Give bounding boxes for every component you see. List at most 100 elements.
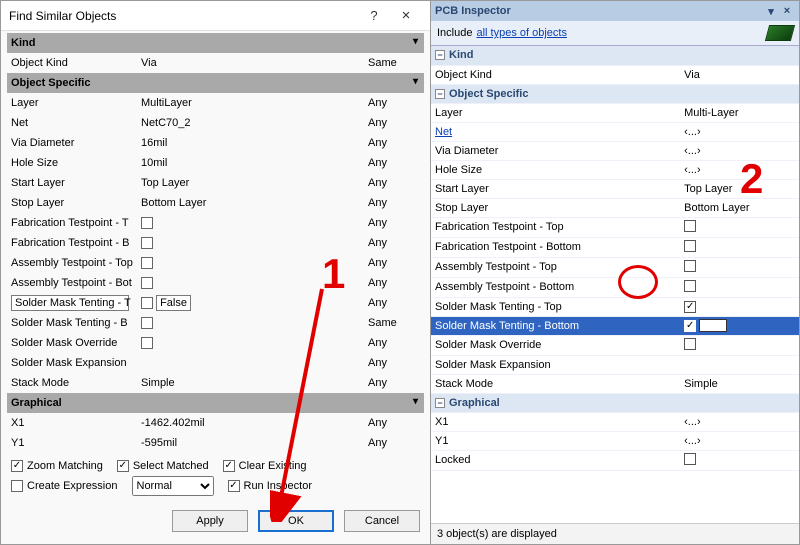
icheckbox-locked[interactable]: [684, 453, 696, 465]
checkbox-create-expression[interactable]: [11, 480, 23, 492]
close-button[interactable]: ×: [390, 4, 422, 28]
ilabel-locked: Locked: [431, 450, 680, 470]
ilabel-fab-t: Fabrication Testpoint - Top: [431, 217, 680, 237]
ivalue-smt-b[interactable]: True: [699, 319, 727, 332]
pcb-inspector-panel: PCB Inspector ▾ × Include all types of o…: [431, 1, 799, 544]
scope-layer[interactable]: Any: [364, 93, 424, 113]
ivalue-hole[interactable]: ‹...›: [680, 160, 799, 179]
scope-start-layer[interactable]: Any: [364, 173, 424, 193]
label-fab-top: Fabrication Testpoint - T: [7, 213, 137, 233]
cancel-button[interactable]: Cancel: [344, 510, 420, 532]
icheckbox-asm-t[interactable]: [684, 260, 696, 272]
icheckbox-smt-b[interactable]: ✓: [684, 320, 696, 332]
ilabel-via-dia: Via Diameter: [431, 141, 680, 160]
icheckbox-fab-t[interactable]: [684, 220, 696, 232]
collapse-icon: −: [435, 398, 445, 408]
checkbox-fab-top[interactable]: [141, 217, 153, 229]
ilabel-smt-t: Solder Mask Tenting - Top: [431, 297, 680, 316]
ivalue-net[interactable]: ‹...›: [680, 122, 799, 141]
label-zoom-matching: Zoom Matching: [27, 460, 103, 472]
label-smt-bot: Solder Mask Tenting - B: [7, 313, 137, 333]
scope-fab-bot[interactable]: Any: [364, 233, 424, 253]
label-stop-layer: Stop Layer: [7, 193, 137, 213]
label-smt-top[interactable]: Solder Mask Tenting - T: [11, 295, 129, 311]
scope-sm-expansion[interactable]: Any: [364, 353, 424, 373]
checkbox-clear-existing[interactable]: ✓: [223, 460, 235, 472]
label-net: Net: [7, 113, 137, 133]
checkbox-run-inspector[interactable]: ✓: [228, 480, 240, 492]
ivalue-start[interactable]: Top Layer: [680, 179, 799, 198]
scope-hole-size[interactable]: Any: [364, 153, 424, 173]
scope-fab-top[interactable]: Any: [364, 213, 424, 233]
dropdown-icon[interactable]: ▾: [763, 5, 779, 18]
value-smt-top[interactable]: False: [156, 295, 191, 311]
include-link[interactable]: all types of objects: [476, 27, 567, 39]
icheckbox-fab-b[interactable]: [684, 240, 696, 252]
scope-smt-top[interactable]: Any: [364, 293, 424, 313]
scope-sm-override[interactable]: Any: [364, 333, 424, 353]
checkbox-sm-override[interactable]: [141, 337, 153, 349]
ivalue-y1[interactable]: ‹...›: [680, 431, 799, 450]
ivalue-object-kind[interactable]: Via: [680, 65, 799, 84]
value-start-layer[interactable]: Top Layer: [137, 173, 364, 193]
ivalue-sm-ex[interactable]: [680, 355, 799, 374]
checkbox-fab-bot[interactable]: [141, 237, 153, 249]
isection-kind[interactable]: −Kind: [431, 46, 799, 65]
pcb-chip-icon: [765, 25, 795, 41]
value-layer[interactable]: MultiLayer: [137, 93, 364, 113]
icheckbox-smt-t[interactable]: ✓: [684, 301, 696, 313]
ivalue-stop[interactable]: Bottom Layer: [680, 198, 799, 217]
value-net[interactable]: NetC70_2: [137, 113, 364, 133]
label-asm-bot: Assembly Testpoint - Bot: [7, 273, 137, 293]
ok-button[interactable]: OK: [258, 510, 334, 532]
value-sm-expansion[interactable]: [137, 353, 364, 373]
scope-asm-top[interactable]: Any: [364, 253, 424, 273]
isection-graphical[interactable]: −Graphical: [431, 393, 799, 412]
ivalue-via-dia[interactable]: ‹...›: [680, 141, 799, 160]
scope-x1[interactable]: Any: [364, 413, 424, 433]
value-hole-size[interactable]: 10mil: [137, 153, 364, 173]
label-sm-expansion: Solder Mask Expansion: [7, 353, 137, 373]
scope-y1[interactable]: Any: [364, 433, 424, 453]
ivalue-x1[interactable]: ‹...›: [680, 412, 799, 431]
section-kind[interactable]: Kind▾: [7, 33, 424, 53]
value-object-kind[interactable]: Via: [137, 53, 364, 73]
scope-via-diameter[interactable]: Any: [364, 133, 424, 153]
value-x1[interactable]: -1462.402mil: [137, 413, 364, 433]
value-stop-layer[interactable]: Bottom Layer: [137, 193, 364, 213]
dialog-titlebar: Find Similar Objects ? ×: [1, 1, 430, 31]
checkbox-smt-bot[interactable]: [141, 317, 153, 329]
value-via-diameter[interactable]: 16mil: [137, 133, 364, 153]
section-object-specific[interactable]: Object Specific▾: [7, 73, 424, 93]
label-hole-size: Hole Size: [7, 153, 137, 173]
checkbox-zoom-matching[interactable]: ✓: [11, 460, 23, 472]
net-link[interactable]: Net: [435, 126, 452, 138]
icheckbox-sm-ov[interactable]: [684, 338, 696, 350]
panel-close-icon[interactable]: ×: [779, 5, 795, 17]
scope-stop-layer[interactable]: Any: [364, 193, 424, 213]
value-stack-mode[interactable]: Simple: [137, 373, 364, 393]
dialog-title: Find Similar Objects: [9, 9, 358, 23]
checkbox-asm-top[interactable]: [141, 257, 153, 269]
checkbox-select-matched[interactable]: ✓: [117, 460, 129, 472]
icheckbox-asm-b[interactable]: [684, 280, 696, 292]
checkbox-asm-bot[interactable]: [141, 277, 153, 289]
scope-asm-bot[interactable]: Any: [364, 273, 424, 293]
isection-object-specific[interactable]: −Object Specific: [431, 84, 799, 103]
mask-combo[interactable]: Normal: [132, 476, 214, 496]
checkbox-smt-top[interactable]: [141, 297, 153, 309]
scope-smt-bot[interactable]: Same: [364, 313, 424, 333]
scope-object-kind[interactable]: Same: [364, 53, 424, 73]
label-select-matched: Select Matched: [133, 460, 209, 472]
value-y1[interactable]: -595mil: [137, 433, 364, 453]
scope-net[interactable]: Any: [364, 113, 424, 133]
apply-button[interactable]: Apply: [172, 510, 248, 532]
ivalue-layer[interactable]: Multi-Layer: [680, 103, 799, 122]
label-sm-override: Solder Mask Override: [7, 333, 137, 353]
ivalue-stack[interactable]: Simple: [680, 374, 799, 393]
section-graphical[interactable]: Graphical▾: [7, 393, 424, 413]
ilabel-object-kind: Object Kind: [431, 65, 680, 84]
help-button[interactable]: ?: [358, 4, 390, 28]
status-bar: 3 object(s) are displayed: [431, 523, 799, 544]
scope-stack-mode[interactable]: Any: [364, 373, 424, 393]
